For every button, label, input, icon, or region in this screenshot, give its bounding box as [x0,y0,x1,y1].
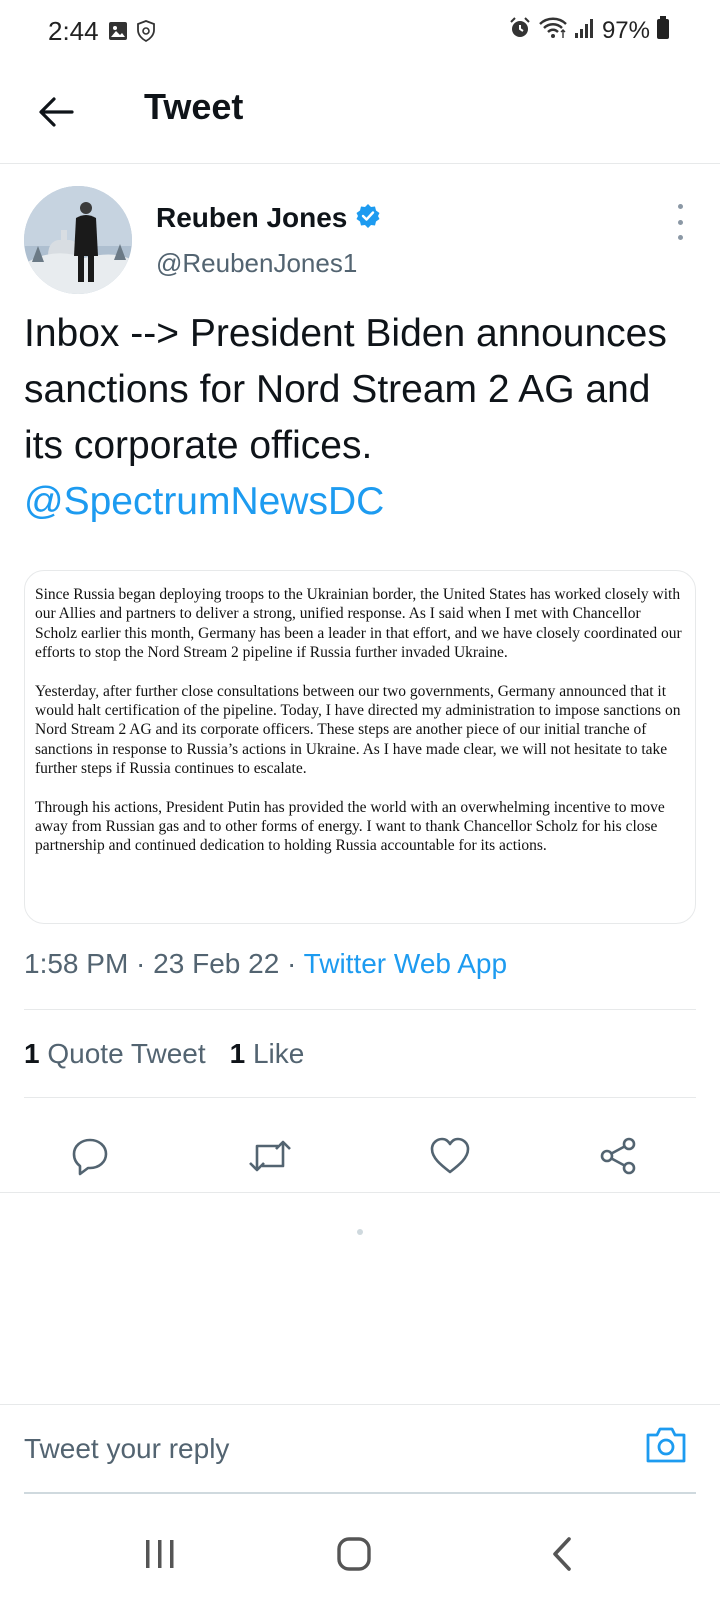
reply-icon [72,1138,108,1176]
author-handle[interactable]: @ReubenJones1 [156,248,357,279]
status-left-icons [108,20,156,47]
verified-badge-icon [355,203,381,234]
home-button[interactable] [324,1526,384,1582]
back-button[interactable] [30,86,82,138]
loading-indicator [357,1229,363,1235]
tweet-time: 1:58 PM [24,948,129,979]
statement-text: Since Russia began deploying troops to t… [35,585,685,856]
like-icon [430,1137,470,1174]
tweet-author: Reuben Jones @ReubenJones1 [24,186,696,296]
tweet-actions [0,1120,720,1192]
share-button[interactable] [590,1128,646,1184]
share-icon [600,1137,636,1175]
retweet-button[interactable] [242,1128,298,1184]
meta-separator: · [128,948,154,979]
quote-count: 1 [24,1038,40,1069]
reply-bar [0,1404,720,1492]
avatar[interactable] [24,186,132,294]
retweet-icon [249,1140,291,1172]
home-icon [337,1537,371,1571]
alarm-icon [508,16,532,45]
more-options-button[interactable] [668,204,692,240]
reply-underline [24,1492,696,1494]
meta-separator: · [279,948,304,979]
tweet-text-body: Inbox --> President Biden announces sanc… [24,312,667,467]
tweet-date: 23 Feb 22 [153,948,280,979]
like-count: 1 [229,1038,246,1069]
camera-button[interactable] [642,1421,690,1469]
more-dot [677,204,683,209]
mention-link[interactable]: @SpectrumNewsDC [24,480,384,523]
tweet-stats: 1 Quote Tweet 1 Like [24,1038,304,1070]
quote-tweet-stat[interactable]: 1 Quote Tweet [24,1038,206,1070]
statement-paragraph: Yesterday, after further close consultat… [35,682,681,778]
image-icon [108,21,128,46]
tweet-source-link[interactable]: Twitter Web App [304,948,507,979]
signal-icon [574,17,596,44]
arrow-left-icon [39,97,74,127]
battery-percent: 97% [601,16,650,44]
statement-paragraph: Since Russia began deploying troops to t… [35,586,682,662]
status-right: 97% [508,16,670,45]
recent-apps-icon [146,1540,174,1568]
reply-button[interactable] [62,1128,118,1184]
tweet-text: Inbox --> President Biden announces sanc… [24,306,684,530]
statement-paragraph: Through his actions, President Putin has… [35,798,665,855]
like-label: Like [252,1038,305,1069]
page-title: Tweet [144,86,244,127]
author-name: Reuben Jones [156,202,348,233]
divider [0,1192,720,1193]
system-nav-bar [0,1510,720,1600]
shield-icon [136,20,156,47]
divider [24,1097,696,1098]
author-name-wrap[interactable]: Reuben Jones [156,202,381,234]
divider [24,1009,696,1010]
reply-input[interactable] [24,1425,604,1473]
more-dot [677,219,683,225]
app-header: Tweet [0,64,720,164]
status-bar: 2:44 97% [0,0,720,64]
battery-icon [656,16,670,45]
recent-apps-button[interactable] [130,1526,190,1582]
more-dot [677,235,683,240]
wifi-icon [538,16,568,45]
like-stat[interactable]: 1 Like [230,1038,305,1070]
tweet-meta: 1:58 PM · 23 Feb 22 · Twitter Web App [24,948,507,980]
like-button[interactable] [422,1128,478,1184]
chevron-left-icon [553,1537,571,1571]
camera-icon [646,1427,686,1463]
tweet-image[interactable]: Since Russia began deploying troops to t… [24,570,696,924]
quote-label: Quote Tweet [47,1038,206,1069]
status-time: 2:44 [48,16,99,46]
back-nav-button[interactable] [532,1526,592,1582]
